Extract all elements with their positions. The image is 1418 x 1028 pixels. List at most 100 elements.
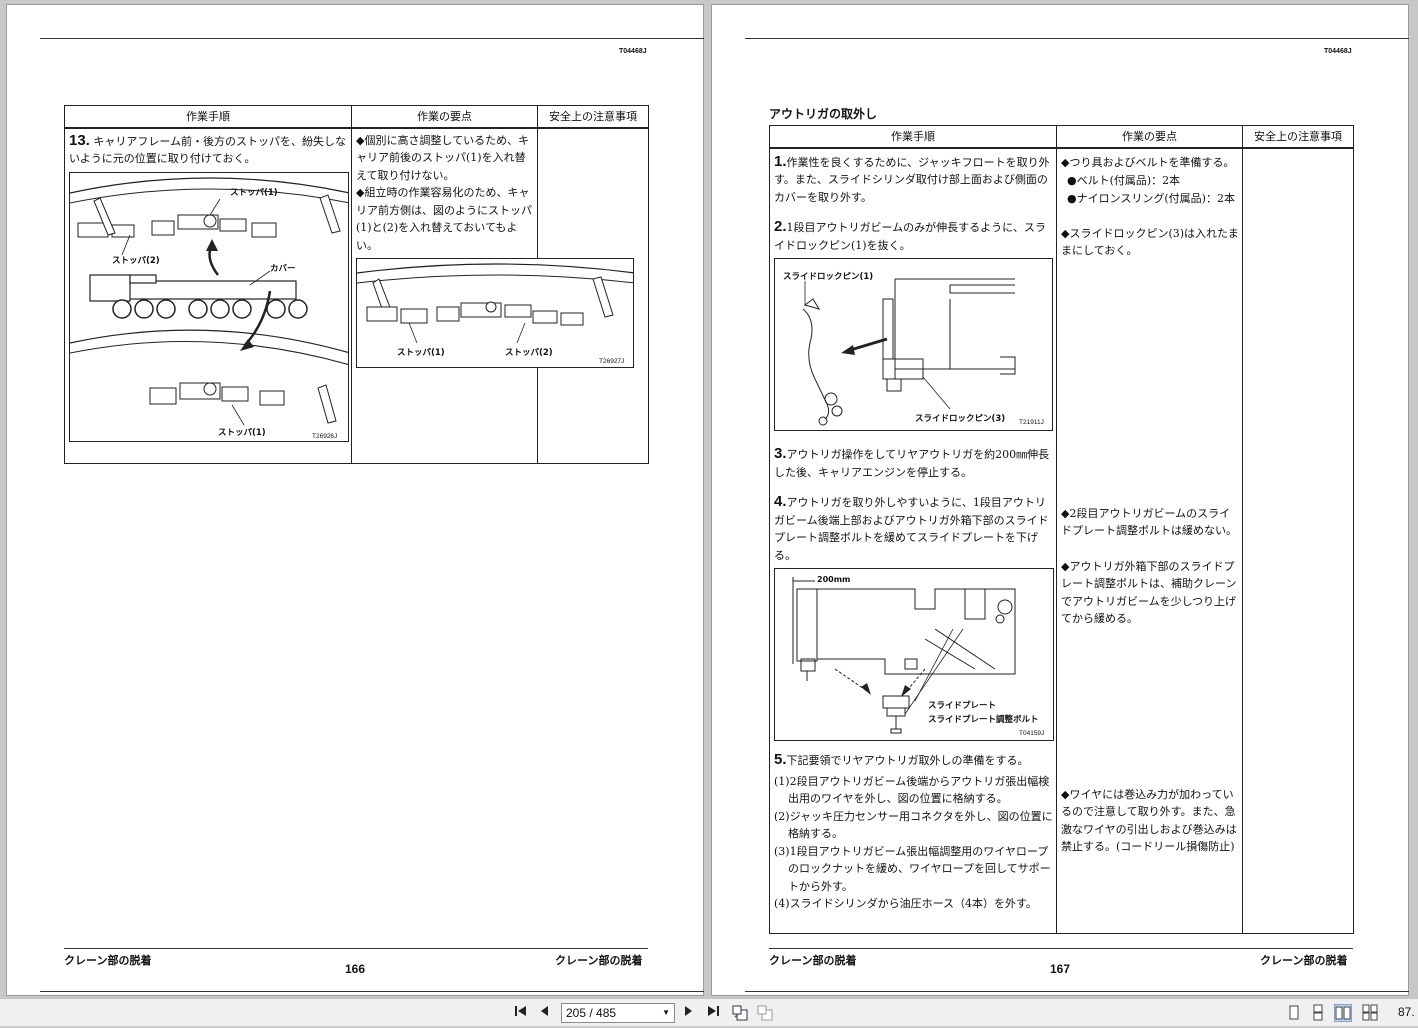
single-page-view-button[interactable]: [1285, 1004, 1303, 1022]
header-procedure: 作業手順: [64, 105, 352, 129]
go-back-view-button[interactable]: [731, 1004, 749, 1022]
next-page-icon: [685, 1006, 692, 1016]
step-1: 1.作業性を良くするために、ジャッキフロートを取り外す。また、スライドシリンダ取…: [770, 149, 1056, 207]
step-number: 3.: [774, 445, 787, 462]
step-number: 1.: [774, 152, 787, 170]
header-rule: [40, 38, 704, 39]
step-text: アウトリガ操作をしてリヤアウトリガを約200㎜伸長した後、キャリアエンジンを停止…: [774, 448, 1050, 479]
viewer-toolbar: 205 / 485 ▼ 87.: [0, 998, 1418, 1026]
continuous-page-icon: [1313, 1004, 1323, 1021]
next-page-button[interactable]: [680, 1004, 696, 1022]
header-procedure: 作業手順: [769, 125, 1057, 149]
go-forward-view-button[interactable]: [756, 1004, 774, 1022]
step-number: 13.: [69, 131, 90, 149]
label-stopper1: ストッパ(1): [397, 348, 445, 358]
first-page-button[interactable]: [512, 1004, 530, 1022]
substep-3: (3)1段目アウトリガビーム張出幅調整用のワイヤロープのロックナットを緩め、ワイ…: [774, 844, 1051, 893]
point-item: ◆個別に高さ調整しているため、キャリア前後のストッパ(1)を入れ替えて取り付けな…: [356, 133, 530, 182]
last-page-button[interactable]: [704, 1004, 722, 1022]
step-number: 2.: [774, 218, 787, 235]
figure-code: T04159J: [1019, 730, 1045, 737]
points-cell: ◆個別に高さ調整しているため、キャリア前後のストッパ(1)を入れ替えて取り付けな…: [351, 127, 634, 464]
doc-code: T04468J: [1324, 48, 1352, 55]
step-number: 5.: [774, 751, 787, 768]
step-number: 4.: [774, 493, 787, 510]
substep-1: (1)2段目アウトリガビーム後端からアウトリガ張出幅検出用のワイヤを外し、図の位…: [774, 774, 1050, 806]
forward-view-icon: [757, 1005, 773, 1021]
point-item: ◆アウトリガ外箱下部のスライドプレート調整ボルトは、補助クレーンでアウトリガビー…: [1061, 559, 1237, 626]
last-page-icon: [708, 1006, 719, 1016]
page-number: 166: [345, 962, 366, 976]
point-item: ◆2段目アウトリガビームのスライドプレート調整ボルトは緩めない。: [1061, 506, 1237, 538]
footer-section-right: クレーン部の脱着: [1260, 954, 1348, 967]
two-page-icon: [1335, 1006, 1351, 1020]
two-page-view-button[interactable]: [1334, 1004, 1352, 1022]
step-5: 5.下記要領でリヤアウトリガ取外しの準備をする。: [770, 741, 1056, 770]
point-item: ◆ワイヤには巻込み力が加わっているので注意して取り外す。また、急激なワイヤの引出…: [1061, 787, 1237, 854]
procedure-cell: 13. キャリアフレーム前・後方のストッパを、紛失しないように元の位置に取り付け…: [64, 127, 352, 464]
step-4: 4.アウトリガを取り外しやすいように、1段目アウトリガビーム後端上部およびアウト…: [770, 481, 1056, 564]
point-sling: ●ナイロンスリング(付属品)：2本: [1067, 191, 1235, 205]
step-13: 13. キャリアフレーム前・後方のストッパを、紛失しないように元の位置に取り付け…: [65, 129, 351, 168]
page-number-field[interactable]: 205 / 485 ▼: [561, 1003, 675, 1023]
label-stopper2: ストッパ(2): [112, 255, 160, 266]
points-cell: ◆つり具およびベルトを準備する。 ●ベルト(付属品)：2本 ●ナイロンスリング(…: [1056, 147, 1243, 934]
label-cover: カバー: [270, 263, 296, 274]
page-number: 167: [1050, 962, 1071, 976]
continuous-view-button[interactable]: [1309, 1004, 1327, 1022]
procedure-cell: 1.作業性を良くするために、ジャッキフロートを取り外す。また、スライドシリンダ取…: [769, 147, 1057, 934]
previous-page-button[interactable]: [537, 1004, 553, 1022]
header-rule: [745, 38, 1409, 39]
figure-code: T26927J: [599, 358, 625, 365]
step-text: キャリアフレーム前・後方のストッパを、紛失しないように元の位置に取り付けておく。: [69, 134, 347, 166]
procedure-table: 作業手順 作業の要点 安全上の注意事項 13. キャリアフレーム前・後方のストッ…: [64, 105, 649, 464]
label-stopper2: ストッパ(2): [505, 348, 553, 358]
label-stopper1-bottom: ストッパ(1): [218, 427, 266, 438]
zoom-level[interactable]: 87.: [1398, 1005, 1415, 1019]
step-text: 1段目アウトリガビームのみが伸長するように、スライドロックピン(1)を抜く。: [774, 221, 1046, 252]
doc-code: T04468J: [619, 48, 647, 55]
header-points: 作業の要点: [1056, 125, 1243, 149]
section-title: アウトリガの取外し: [769, 107, 878, 121]
label-stopper1-top: ストッパ(1): [230, 187, 278, 198]
back-view-icon: [732, 1005, 748, 1021]
single-page-icon: [1289, 1005, 1299, 1020]
substep-2: (2)ジャッキ圧力センサー用コネクタを外し、図の位置に格納する。: [774, 809, 1053, 841]
header-safety: 安全上の注意事項: [1242, 125, 1354, 149]
step-3: 3.アウトリガ操作をしてリヤアウトリガを約200㎜伸長した後、キャリアエンジンを…: [770, 431, 1056, 481]
label-pin1: スライドロックピン(1): [783, 272, 874, 282]
footer-section-left: クレーン部の脱着: [769, 954, 857, 967]
figure-code: T21911J: [1019, 419, 1044, 426]
label-200mm: 200mm: [817, 575, 851, 584]
step-text: アウトリガを取り外しやすいように、1段目アウトリガビーム後端上部およびアウトリガ…: [774, 496, 1049, 562]
footer-section-left: クレーン部の脱着: [64, 954, 152, 967]
bottom-rule: [40, 991, 704, 992]
point-item: ◆スライドロックピン(3)は入れたままにしておく。: [1061, 226, 1239, 258]
step-text: 作業性を良くするために、ジャッキフロートを取り外す。また、スライドシリンダ取付け…: [774, 155, 1050, 204]
page-167: T04468J アウトリガの取外し 作業手順 作業の要点 安全上の注意事項 1.…: [711, 4, 1409, 996]
figure-slide-plate: 200mm スライドプレート スライドプレート調整ボルト T04159J: [774, 568, 1054, 741]
substep-4: (4)スライドシリンダから油圧ホース（4本）を外す。: [774, 897, 1037, 910]
label-pin3: スライドロックピン(3): [915, 414, 1006, 424]
figure-code: T26926J: [312, 432, 338, 440]
step-text: 下記要領でリヤアウトリガ取外しの準備をする。: [786, 754, 1029, 767]
bottom-rule: [745, 991, 1409, 992]
two-page-continuous-view-button[interactable]: [1361, 1004, 1379, 1022]
header-safety: 安全上の注意事項: [537, 105, 649, 129]
first-page-icon: [515, 1006, 526, 1016]
footer-rule: [64, 948, 648, 949]
page-dropdown-icon[interactable]: ▼: [662, 1004, 670, 1022]
figure-stoppers-detail: ストッパ(1) ストッパ(2) T26927J: [356, 258, 634, 368]
page-number-value: 205 / 485: [566, 1006, 617, 1020]
two-page-continuous-icon: [1362, 1004, 1378, 1021]
procedure-table: 作業手順 作業の要点 安全上の注意事項 1.作業性を良くするために、ジャッキフロ…: [769, 125, 1354, 934]
step-2: 2.1段目アウトリガビームのみが伸長するように、スライドロックピン(1)を抜く。: [770, 206, 1056, 254]
document-viewport: T04468J 作業手順 作業の要点 安全上の注意事項 13. キャリアフレーム…: [0, 0, 1418, 998]
point-item: ◆組立時の作業容易化のため、キャリア前方側は、図のようにストッパ(1)と(2)を…: [356, 186, 532, 252]
header-points: 作業の要点: [351, 105, 538, 129]
footer-section-right: クレーン部の脱着: [555, 954, 643, 967]
figure-slide-lock-pin: スライドロックピン(1) スライドロックピン(3) T21911J: [774, 258, 1053, 431]
page-166: T04468J 作業手順 作業の要点 安全上の注意事項 13. キャリアフレーム…: [6, 4, 704, 996]
footer-rule: [769, 948, 1353, 949]
stopper-overview-drawing: [70, 176, 348, 425]
